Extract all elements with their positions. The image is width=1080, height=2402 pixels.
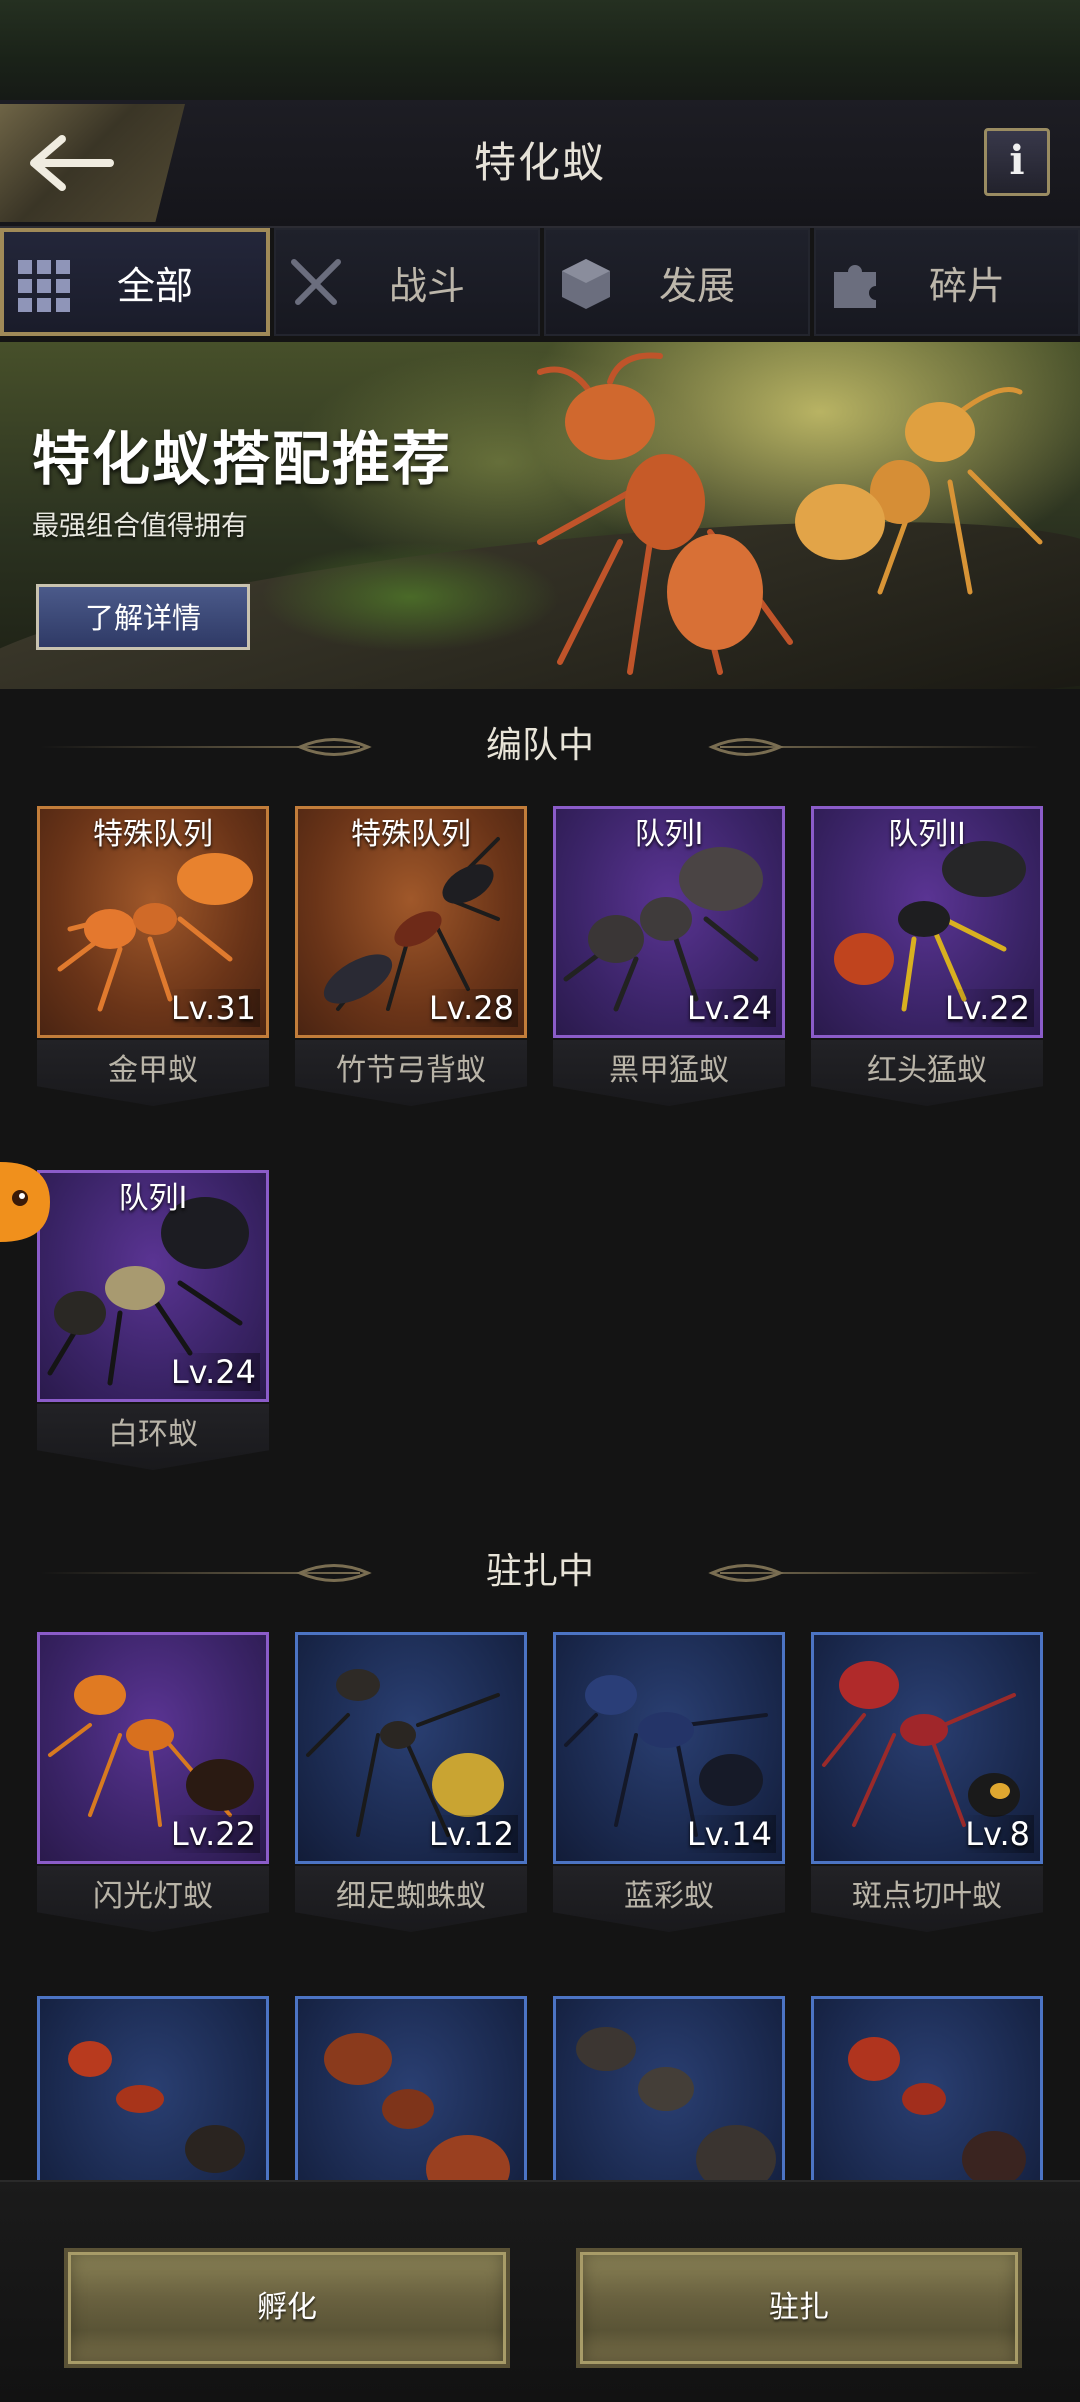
banner-subtitle: 最强组合值得拥有: [32, 511, 248, 542]
page-title: 特化蚁: [473, 138, 606, 187]
level-label: Lv.22: [940, 989, 1034, 1027]
ant-name: 斑点切叶蚁: [811, 1866, 1043, 1932]
station-button[interactable]: 驻扎: [576, 2248, 1022, 2368]
puzzle-icon: [834, 265, 876, 308]
section-header-stationed: 驻扎中: [0, 1542, 1080, 1602]
ant-name: 闪光灯蚁: [37, 1866, 269, 1932]
crossed-swords-icon: [291, 259, 341, 305]
learn-more-button[interactable]: 了解详情: [36, 584, 250, 650]
ant-name: 竹节弓背蚁: [295, 1040, 527, 1106]
bottom-action-bar: 孵化 驻扎: [0, 2180, 1080, 2402]
ant-portrait-frame: 队列II Lv.22: [811, 806, 1043, 1038]
level-label: Lv.22: [166, 1815, 260, 1853]
ant-card-slender-spider[interactable]: Lv.12 细足蜘蛛蚁: [295, 1632, 527, 1932]
ant-card-bamboo-carpenter[interactable]: 特殊队列 Lv.28 竹节弓背蚁: [295, 806, 527, 1106]
ant-name: 白环蚁: [37, 1404, 269, 1470]
banner-ant-illustration: [537, 352, 1043, 675]
formation-badge: 队列II: [888, 817, 966, 852]
ant-card-red-head[interactable]: 队列II Lv.22 红头猛蚁: [811, 806, 1043, 1106]
tab-development[interactable]: 发展: [544, 228, 810, 336]
formation-badge: 队列I: [118, 1181, 188, 1216]
ant-portrait-frame: 队列I Lv.24: [37, 1170, 269, 1402]
ant-card-blue-color[interactable]: Lv.14 蓝彩蚁: [553, 1632, 785, 1932]
ant-card-white-ring[interactable]: 队列I Lv.24 白环蚁: [37, 1170, 269, 1470]
ant-portrait-frame: 特殊队列 Lv.28: [295, 806, 527, 1038]
floating-mascot-button[interactable]: [0, 1142, 50, 1262]
level-label: Lv.8: [961, 1815, 1034, 1853]
hatch-button[interactable]: 孵化: [64, 2248, 510, 2368]
level-label: Lv.28: [424, 989, 518, 1027]
divider-line: [720, 1572, 1040, 1574]
ant-portrait-frame: 队列I Lv.24: [553, 806, 785, 1038]
banner-title: 特化蚁搭配推荐: [32, 425, 453, 493]
category-tabs: 全部 战斗 发展 碎片: [0, 228, 1080, 340]
tab-all[interactable]: 全部: [0, 228, 270, 336]
grid-icon: [18, 260, 70, 312]
ant-card-golden-armor[interactable]: 特殊队列 Lv.31 金甲蚁: [37, 806, 269, 1106]
ant-name: 蓝彩蚁: [553, 1866, 785, 1932]
ant-portrait-frame: Lv.22: [37, 1632, 269, 1864]
ant-name: 黑甲猛蚁: [553, 1040, 785, 1106]
ant-card-flashlight[interactable]: Lv.22 闪光灯蚁: [37, 1632, 269, 1932]
level-label: Lv.24: [682, 989, 776, 1027]
level-label: Lv.12: [424, 1815, 518, 1853]
promo-banner[interactable]: 特化蚁搭配推荐 最强组合值得拥有 了解详情: [0, 342, 1080, 689]
header-bar: 特化蚁 i: [0, 100, 1080, 228]
formation-badge: 队列I: [634, 817, 704, 852]
ant-name: 红头猛蚁: [811, 1040, 1043, 1106]
ant-portrait-frame: 特殊队列 Lv.31: [37, 806, 269, 1038]
divider-line: [720, 746, 1040, 748]
section-header-formation: 编队中: [0, 716, 1080, 776]
level-label: Lv.24: [166, 1353, 260, 1391]
ant-name: 金甲蚁: [37, 1040, 269, 1106]
formation-badge: 特殊队列: [93, 817, 213, 852]
ant-portrait-frame: Lv.14: [553, 1632, 785, 1864]
ant-portrait-frame: Lv.8: [811, 1632, 1043, 1864]
info-button[interactable]: i: [984, 128, 1050, 196]
level-label: Lv.14: [682, 1815, 776, 1853]
level-label: Lv.31: [166, 989, 260, 1027]
ant-card-spotted-leafcutter[interactable]: Lv.8 斑点切叶蚁: [811, 1632, 1043, 1932]
cube-icon: [562, 259, 610, 309]
top-background-strip: [0, 0, 1080, 100]
ant-card-black-armor[interactable]: 队列I Lv.24 黑甲猛蚁: [553, 806, 785, 1106]
ant-portrait-frame: Lv.12: [295, 1632, 527, 1864]
tab-fragments[interactable]: 碎片: [814, 228, 1080, 336]
tab-battle[interactable]: 战斗: [274, 228, 540, 336]
ant-name: 细足蜘蛛蚁: [295, 1866, 527, 1932]
formation-badge: 特殊队列: [351, 817, 471, 852]
